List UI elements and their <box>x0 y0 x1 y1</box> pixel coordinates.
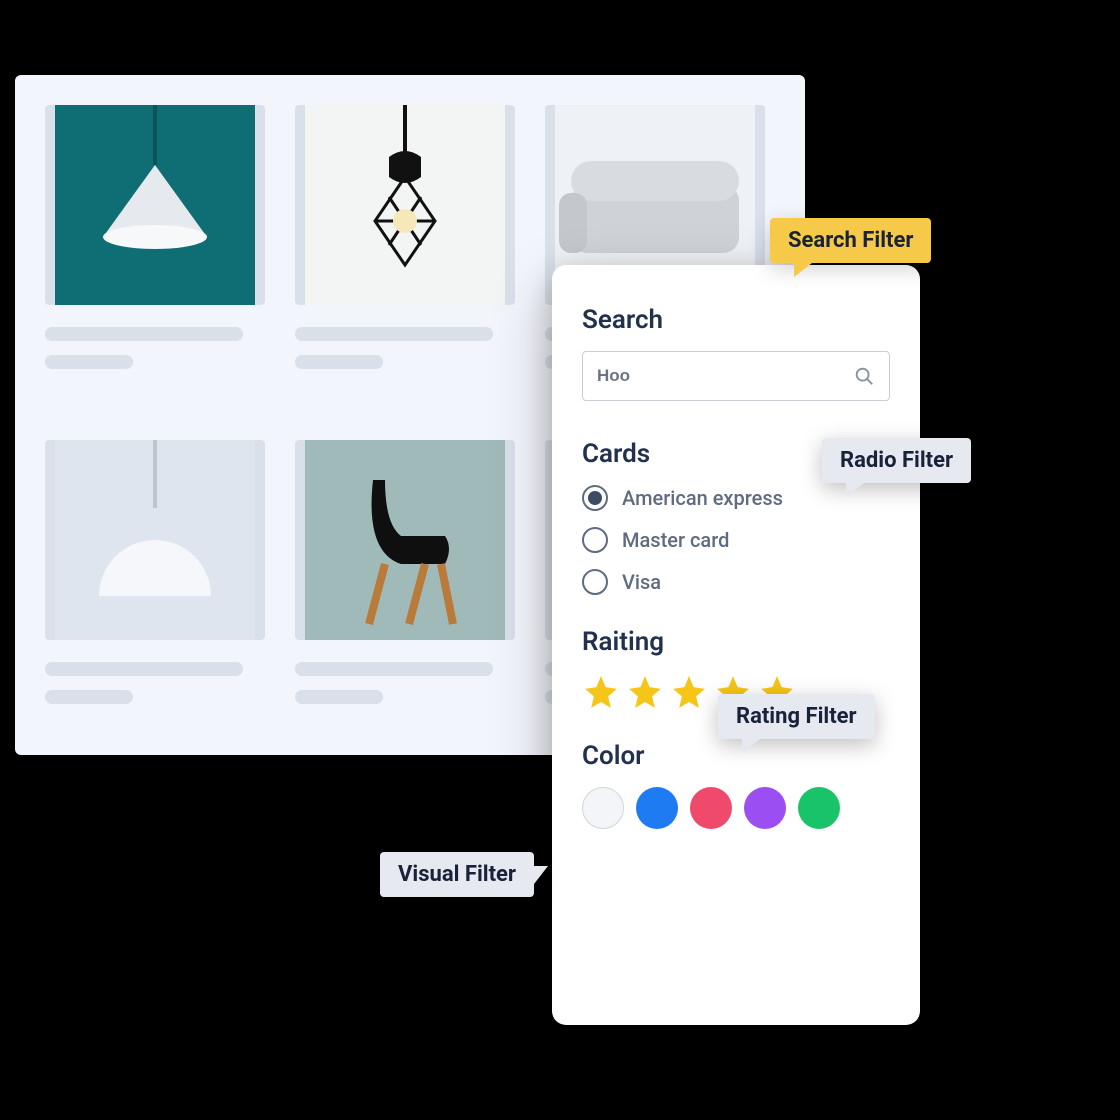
callout-search-filter: Search Filter <box>770 218 931 263</box>
callout-rating-filter: Rating Filter <box>718 694 875 739</box>
skeleton-line <box>45 690 133 704</box>
star-icon[interactable] <box>626 673 664 711</box>
radio-master-card[interactable]: Master card <box>582 527 890 553</box>
search-title: Search <box>582 305 890 335</box>
product-card[interactable] <box>45 105 265 410</box>
star-icon[interactable] <box>670 673 708 711</box>
search-input[interactable] <box>597 366 853 386</box>
skeleton-line <box>45 662 243 676</box>
cards-radio-group: American express Master card Visa <box>582 485 890 595</box>
radio-indicator <box>582 485 608 511</box>
callout-visual-filter: Visual Filter <box>380 852 534 897</box>
product-image-dome-lamp <box>45 440 265 640</box>
star-icon[interactable] <box>582 673 620 711</box>
radio-indicator <box>582 569 608 595</box>
product-card[interactable] <box>45 440 265 745</box>
search-icon <box>853 365 875 387</box>
product-card[interactable] <box>295 105 515 410</box>
skeleton-line <box>295 327 493 341</box>
skeleton-line <box>45 355 133 369</box>
skeleton-line <box>45 327 243 341</box>
radio-label: American express <box>622 486 783 510</box>
radio-american-express[interactable]: American express <box>582 485 890 511</box>
search-field[interactable] <box>582 351 890 401</box>
color-swatch[interactable] <box>582 787 624 829</box>
radio-label: Master card <box>622 528 729 552</box>
color-title: Color <box>582 741 890 771</box>
skeleton-line <box>295 662 493 676</box>
radio-label: Visa <box>622 570 661 594</box>
product-image-cage-lamp <box>295 105 515 305</box>
filter-panel: Search Cards American express Master car… <box>552 265 920 1025</box>
color-swatch[interactable] <box>798 787 840 829</box>
product-card[interactable] <box>295 440 515 745</box>
product-image-pendant <box>45 105 265 305</box>
radio-visa[interactable]: Visa <box>582 569 890 595</box>
color-swatch[interactable] <box>636 787 678 829</box>
color-swatch[interactable] <box>690 787 732 829</box>
skeleton-line <box>295 355 383 369</box>
radio-indicator <box>582 527 608 553</box>
color-swatch[interactable] <box>744 787 786 829</box>
color-swatch-row <box>582 787 890 829</box>
skeleton-line <box>295 690 383 704</box>
callout-radio-filter: Radio Filter <box>822 438 971 483</box>
rating-title: Raiting <box>582 627 890 657</box>
product-image-chair <box>295 440 515 640</box>
